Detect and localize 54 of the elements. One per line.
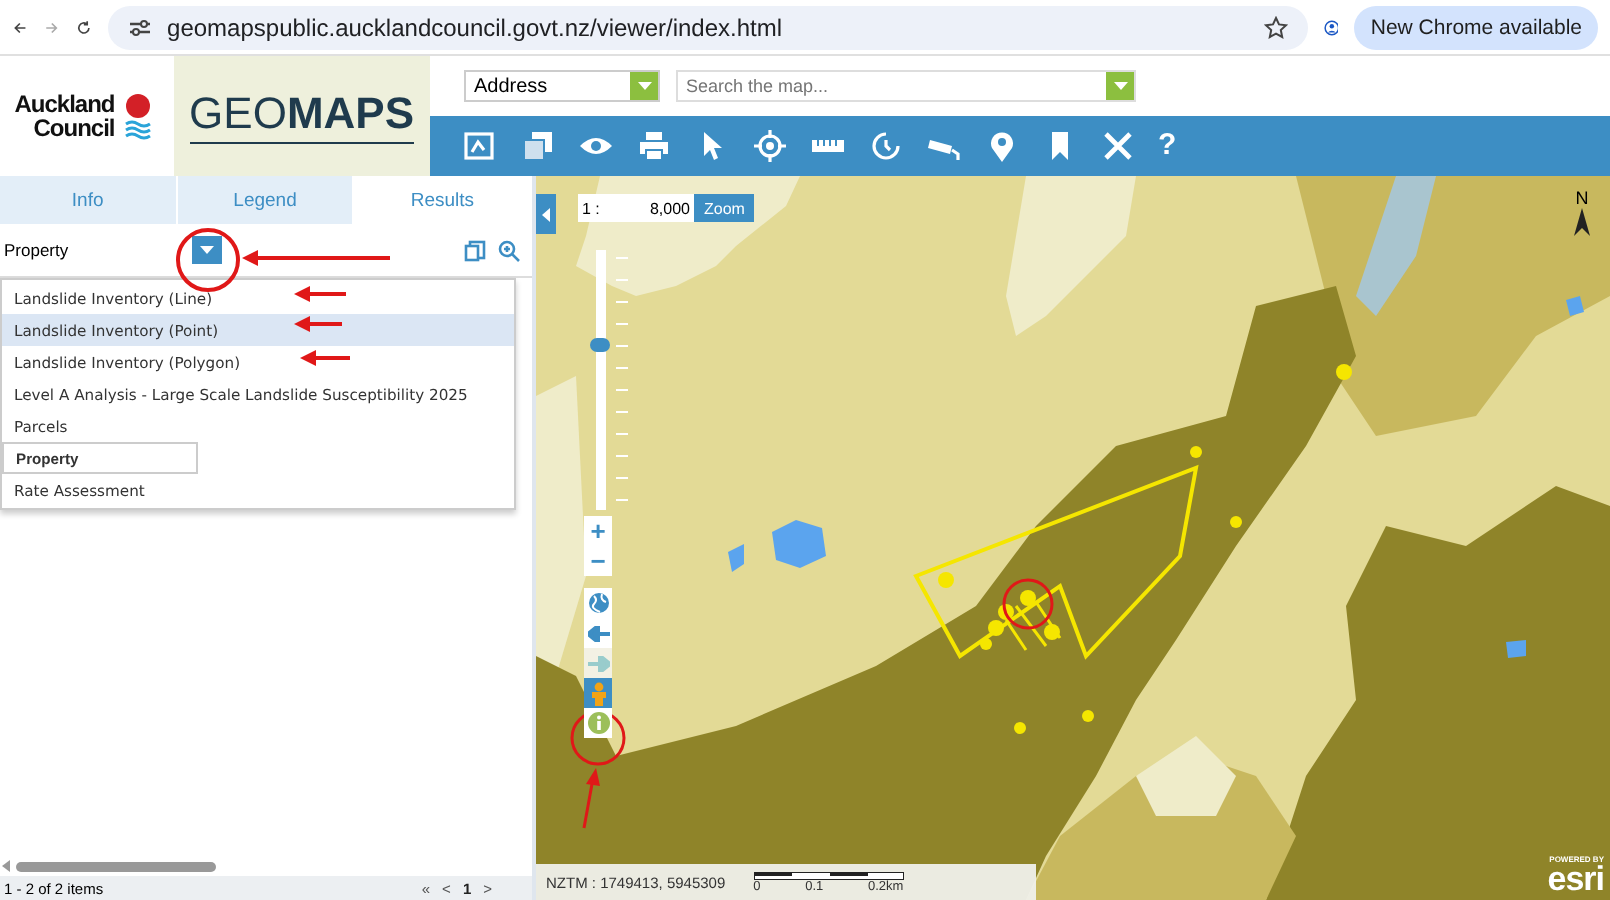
lake-shape xyxy=(772,520,826,568)
annotation-arrow xyxy=(294,286,346,302)
update-button[interactable]: New Chrome available xyxy=(1354,5,1599,49)
esri-logo: esri xyxy=(1547,864,1604,896)
copy-icon[interactable] xyxy=(464,239,486,261)
collapse-panel-button[interactable] xyxy=(536,194,556,234)
map-icon[interactable] xyxy=(462,128,498,164)
landslide-features-drawing[interactable] xyxy=(913,364,1352,734)
lake-shape xyxy=(1506,640,1526,658)
lake-shape xyxy=(1566,296,1584,316)
zoom-button[interactable]: Zoom xyxy=(694,194,755,222)
clock-icon[interactable] xyxy=(868,128,904,164)
search-dropdown-button[interactable] xyxy=(1106,72,1134,100)
search-field[interactable]: Search the map... xyxy=(676,70,1136,102)
scroll-left-icon[interactable] xyxy=(2,860,10,872)
layers-icon[interactable] xyxy=(520,128,556,164)
target-icon[interactable] xyxy=(752,128,788,164)
app-title: GEOMAPS xyxy=(189,84,414,144)
tools-icon[interactable] xyxy=(1100,128,1136,164)
zoom-in-icon[interactable] xyxy=(498,239,520,261)
dropdown-button[interactable] xyxy=(192,236,222,264)
caret-icon xyxy=(637,82,651,90)
search-input[interactable]: Search the map... xyxy=(678,74,1106,98)
address-dropdown[interactable]: Address xyxy=(464,70,660,102)
north-arrow-icon xyxy=(1574,208,1590,236)
help-button[interactable]: ? xyxy=(1158,128,1177,164)
printer-icon[interactable] xyxy=(636,128,672,164)
star-icon[interactable] xyxy=(1263,15,1288,39)
layer-select-value[interactable]: Property xyxy=(4,240,180,260)
scrollbar-thumb[interactable] xyxy=(16,861,216,871)
info-icon[interactable] xyxy=(587,712,609,734)
zoom-slider[interactable] xyxy=(596,250,606,510)
globe-icon[interactable] xyxy=(587,592,609,614)
address-bar[interactable]: geomapspublic.aucklandcouncil.govt.nz/viewer/index.html xyxy=(107,5,1308,49)
caret-icon xyxy=(1113,82,1127,90)
scale-field[interactable]: 1 : 8,000 xyxy=(578,194,694,222)
annotation-arrow xyxy=(300,350,350,366)
logo-text: Auckland Council xyxy=(14,92,115,140)
annotation-arrow xyxy=(294,316,342,332)
north-label: N xyxy=(1575,188,1589,208)
panel-tab[interactable]: Results xyxy=(354,176,533,224)
annotation-circle xyxy=(1002,578,1054,630)
lake-shape xyxy=(728,544,744,572)
river-shape xyxy=(1356,176,1436,316)
annotation-arrow xyxy=(582,768,600,829)
site-settings-icon[interactable] xyxy=(127,15,152,39)
annotation-circle xyxy=(570,710,626,766)
scale-input[interactable]: 8,000 xyxy=(622,196,690,220)
terrain-drawing[interactable] xyxy=(536,176,1610,900)
caret-icon xyxy=(200,246,214,254)
caret-left-icon xyxy=(542,207,550,221)
back-arrow-icon[interactable] xyxy=(587,625,609,641)
annotation-circle xyxy=(176,228,240,292)
scale-prefix: 1 : xyxy=(582,199,602,217)
